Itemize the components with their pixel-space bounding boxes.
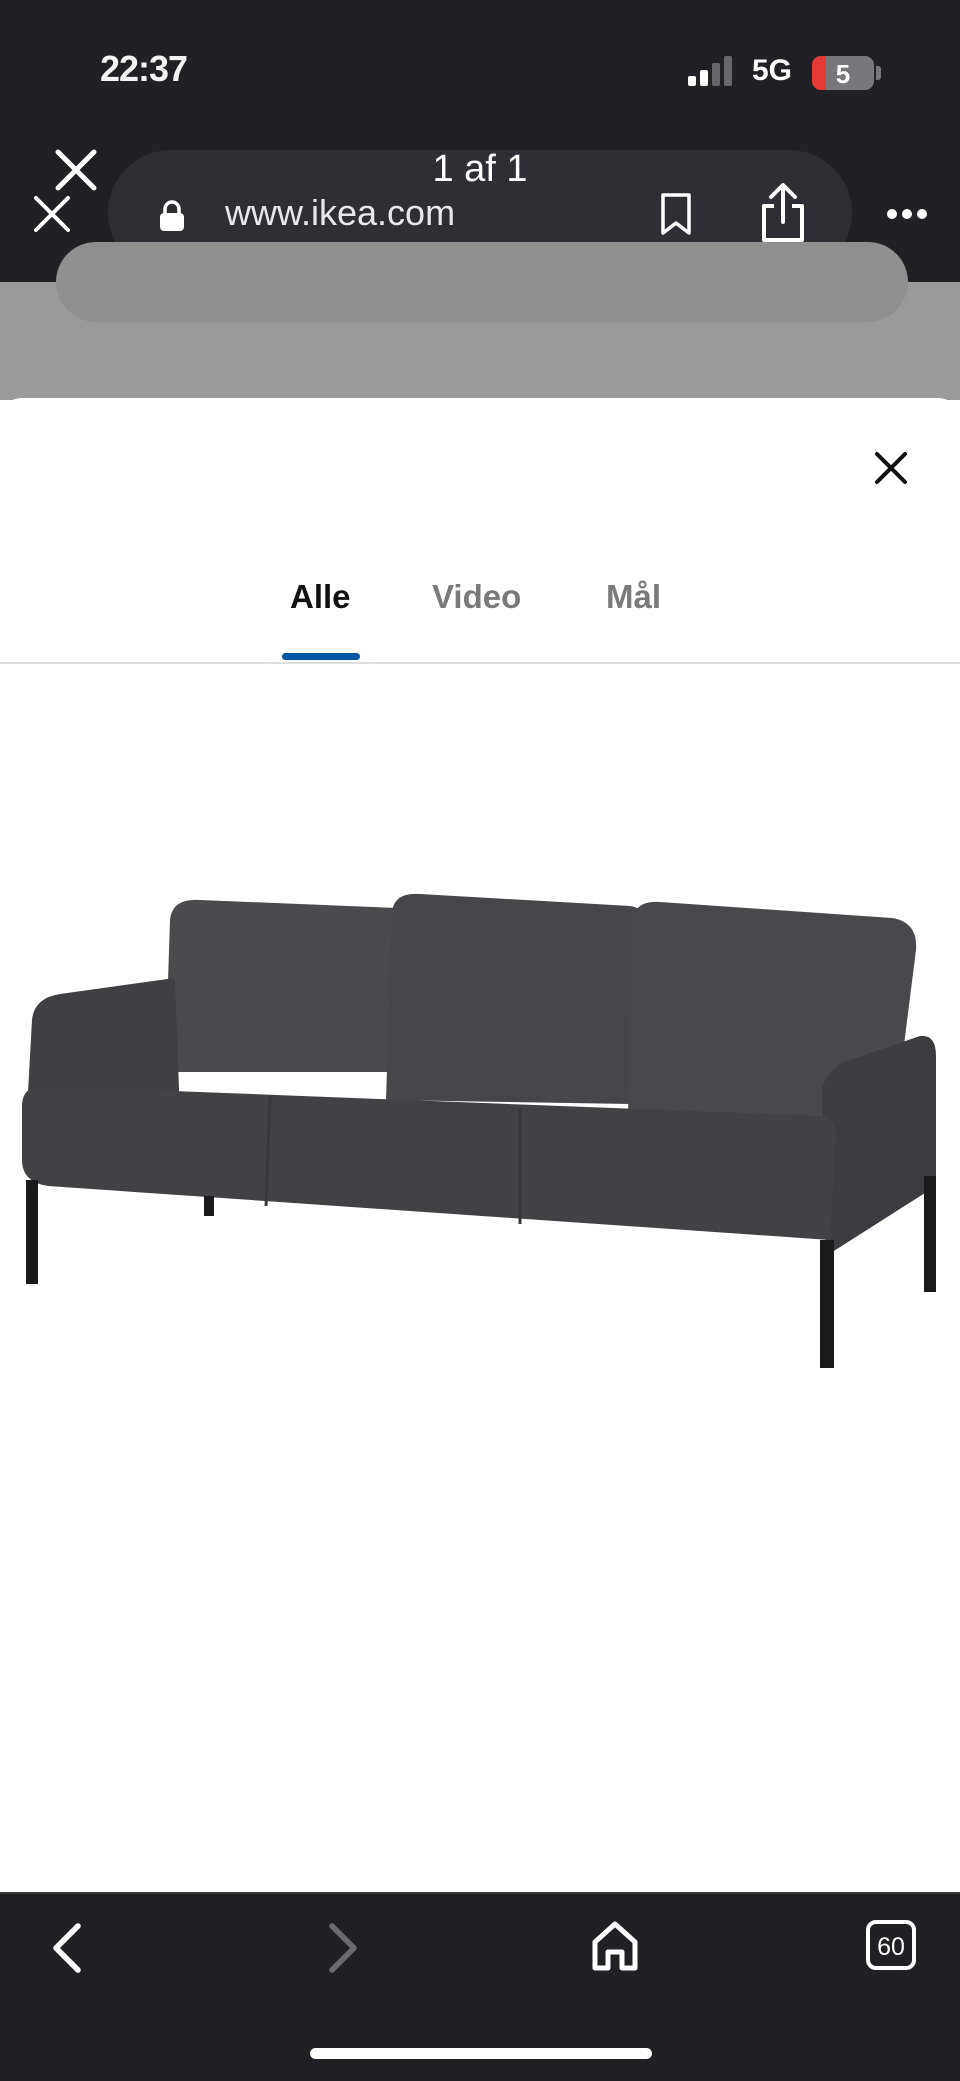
close-viewer-icon[interactable] bbox=[873, 450, 909, 486]
network-label: 5G bbox=[752, 54, 793, 87]
status-time: 22:37 bbox=[100, 48, 188, 89]
active-tab-indicator bbox=[282, 653, 360, 660]
back-icon[interactable] bbox=[48, 1920, 88, 1976]
viewer-tabs: Alle Video Mål bbox=[0, 570, 960, 660]
tabs-divider bbox=[0, 662, 960, 664]
forward-icon[interactable] bbox=[322, 1920, 362, 1976]
url-text[interactable]: www.ikea.com bbox=[225, 192, 455, 234]
battery-icon: 5 bbox=[812, 56, 874, 90]
bottom-bar-divider bbox=[0, 1892, 960, 1894]
signal-icon bbox=[688, 56, 732, 86]
dimmed-page-backdrop[interactable] bbox=[0, 242, 960, 400]
battery-tip bbox=[876, 66, 881, 80]
bookmark-icon[interactable] bbox=[658, 192, 694, 236]
tab-dimensions[interactable]: Mål bbox=[606, 578, 661, 616]
close-tab-icon[interactable] bbox=[32, 194, 72, 234]
lock-icon bbox=[160, 200, 184, 231]
home-indicator[interactable] bbox=[310, 2048, 652, 2059]
tabs-count-button[interactable]: 60 bbox=[866, 1920, 916, 1970]
share-icon[interactable] bbox=[758, 182, 808, 244]
tab-all[interactable]: Alle bbox=[290, 578, 351, 616]
tab-video[interactable]: Video bbox=[432, 578, 521, 616]
sofa-product-image[interactable] bbox=[0, 860, 960, 1420]
page-counter: 1 af 1 bbox=[432, 148, 528, 190]
close-icon[interactable] bbox=[54, 148, 98, 192]
more-icon[interactable] bbox=[886, 208, 928, 220]
home-icon[interactable] bbox=[590, 1918, 640, 1974]
